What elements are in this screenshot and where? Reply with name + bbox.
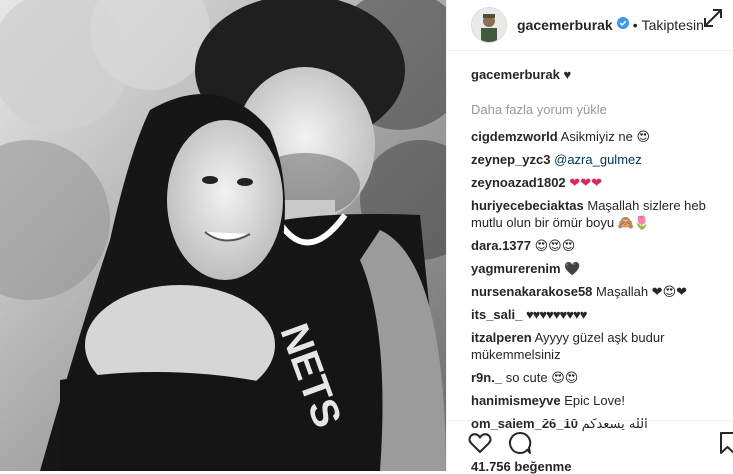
comment-row: dara.1377 😍😍😍	[471, 237, 729, 254]
comment-text: 😍😍😍	[534, 238, 576, 253]
comment-text: 🖤	[564, 261, 581, 276]
caption-text: ♥	[563, 67, 572, 82]
comment-text: so cute 😍😍	[505, 370, 579, 385]
comment-text: ♥♥♥♥♥♥♥♥♥	[525, 307, 587, 322]
comments-list: gacemerburak ♥ Daha fazla yorum yükle ci…	[471, 66, 729, 439]
comment-row: zeynep_yzc3 @azra_gulmez	[471, 151, 729, 168]
separator-dot: •	[632, 17, 638, 33]
comment-username[interactable]: r9n._	[471, 370, 502, 385]
comment-row: r9n._ so cute 😍😍	[471, 369, 729, 386]
instagram-post: NETS gacemerburak • Takiptesin gacemerbu…	[0, 0, 733, 474]
comment-mention[interactable]: @azra_gulmez	[554, 152, 642, 167]
caption: gacemerburak ♥	[471, 66, 729, 83]
comment-row: yagmurerenim 🖤	[471, 260, 729, 277]
comment-icon[interactable]	[507, 430, 533, 456]
comment-username[interactable]: its_sali_	[471, 307, 522, 322]
comment-row: zeynoazad1802 ❤❤❤	[471, 174, 729, 191]
comment-text: Epic Love!	[564, 393, 625, 408]
comment-row: hanimismeyve Epic Love!	[471, 392, 729, 409]
comment-username[interactable]: dara.1377	[471, 238, 531, 253]
comment-username[interactable]: hanimismeyve	[471, 393, 561, 408]
avatar[interactable]	[471, 7, 507, 43]
caption-username[interactable]: gacemerburak	[471, 67, 560, 82]
couple-photo-illustration: NETS	[0, 0, 446, 471]
comment-username[interactable]: zeynoazad1802	[471, 175, 566, 190]
comment-username[interactable]: nursenakarakose58	[471, 284, 592, 299]
bookmark-icon[interactable]	[719, 430, 733, 456]
heart-icon[interactable]	[467, 430, 493, 456]
likes-count[interactable]: 41.756 beğenme	[471, 459, 571, 474]
comment-username[interactable]: zeynep_yzc3	[471, 152, 551, 167]
header-username[interactable]: gacemerburak	[517, 17, 613, 33]
avatar-icon	[472, 8, 506, 42]
follow-status[interactable]: Takiptesin	[642, 17, 704, 33]
comment-row: huriyecebeciaktas Maşallah sizlere heb m…	[471, 197, 729, 231]
post-photo[interactable]: NETS	[0, 0, 446, 471]
comment-row: its_sali_ ♥♥♥♥♥♥♥♥♥	[471, 306, 729, 323]
comment-username[interactable]: yagmurerenim	[471, 261, 561, 276]
comment-row: nursenakarakose58 Maşallah ❤😍❤	[471, 283, 729, 300]
post-header: gacemerburak • Takiptesin	[447, 0, 733, 51]
comment-text: Maşallah ❤😍❤	[596, 284, 688, 299]
load-more-comments-link[interactable]: Daha fazla yorum yükle	[471, 101, 729, 118]
comment-username[interactable]: huriyecebeciaktas	[471, 198, 584, 213]
comment-row: itzalperen Ayyyy güzel aşk budur mükemme…	[471, 329, 729, 363]
post-actions	[447, 420, 733, 461]
verified-icon	[616, 16, 629, 34]
comment-username[interactable]: itzalperen	[471, 330, 532, 345]
comment-row: cigdemzworld Asikmiyiz ne 😍	[471, 128, 729, 145]
expand-icon[interactable]	[700, 5, 726, 31]
comment-text: ❤❤❤	[569, 175, 602, 190]
comment-text: Asikmiyiz ne 😍	[560, 129, 650, 144]
post-side-panel: gacemerburak • Takiptesin gacemerburak ♥…	[446, 0, 733, 474]
comment-username[interactable]: cigdemzworld	[471, 129, 558, 144]
